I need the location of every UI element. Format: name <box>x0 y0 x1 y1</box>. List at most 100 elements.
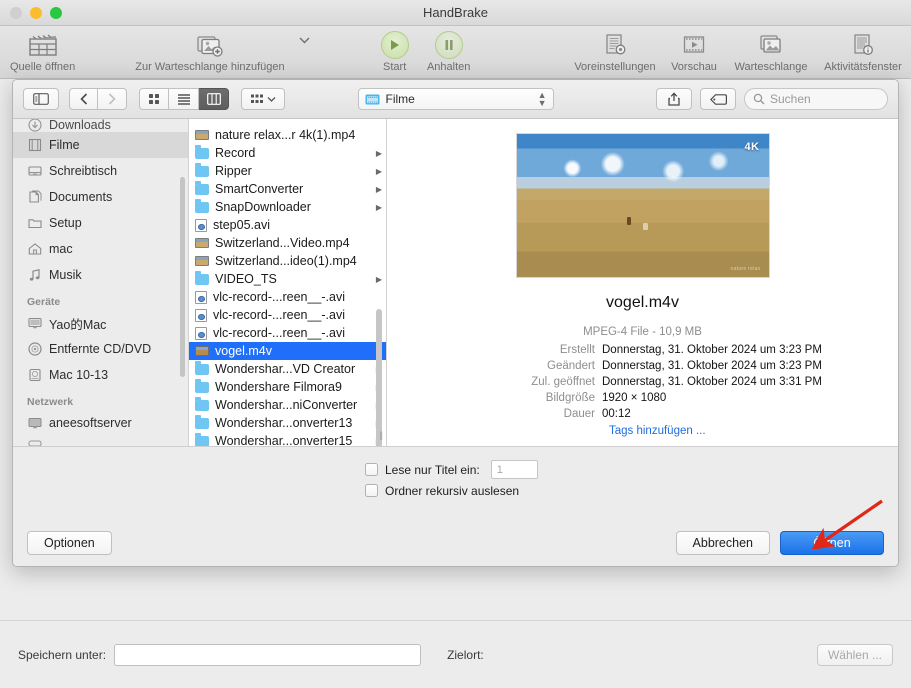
choose-destination-button[interactable]: Wählen ... <box>816 643 893 666</box>
path-popup-button[interactable]: Filme ▲ ▼ <box>357 88 554 110</box>
downloads-icon <box>27 119 42 132</box>
list-item[interactable]: vlc-record-...reen__-.avi <box>189 324 386 342</box>
file-name: nature relax...r 4k(1).mp4 <box>215 128 356 142</box>
metadata-key: Erstellt <box>559 344 595 356</box>
preview-film-icon <box>681 30 707 60</box>
title-number-input[interactable]: 1 <box>490 460 538 479</box>
recursive-label: Ordner rekursiv auslesen <box>385 483 520 498</box>
sidebar-item-downloads[interactable]: Downloads <box>13 119 188 132</box>
open-button[interactable]: Öffnen <box>780 530 884 555</box>
list-item[interactable]: Wondershare Filmora9 ▶ <box>189 378 386 396</box>
open-file-dialog: Filme ▲ ▼ Suchen Downloads Filme Schreib… <box>12 79 899 567</box>
movie-file-icon <box>195 256 209 266</box>
icon-view-button[interactable] <box>139 88 169 110</box>
add-to-queue-label: Zur Warteschlange hinzufügen <box>135 61 285 73</box>
sidebar-item-mac-10-13[interactable]: Mac 10-13 <box>13 362 188 388</box>
sidebar-item-musik[interactable]: Musik <box>13 262 188 288</box>
metadata-row: Bildgröße 1920 × 1080 <box>387 390 898 406</box>
list-item[interactable]: vlc-record-...reen__-.avi <box>189 288 386 306</box>
start-label: Start <box>383 61 407 73</box>
cancel-button[interactable]: Abbrechen <box>675 530 770 555</box>
add-to-queue-button[interactable]: Zur Warteschlange hinzufügen <box>135 26 285 73</box>
metadata-key: Zul. geöffnet <box>531 376 595 388</box>
pause-button[interactable]: Anhalten <box>425 26 473 73</box>
title-only-row[interactable]: Lese nur Titel ein: 1 <box>365 459 538 480</box>
list-item[interactable]: Wondershar...onverter13 ▶ <box>189 414 386 432</box>
list-item[interactable]: Wondershar...VD Creator ▶ <box>189 360 386 378</box>
queue-button[interactable]: Warteschlange <box>729 26 813 73</box>
column-resize-handle[interactable]: || <box>379 430 383 440</box>
preview-file-name: vogel.m4v <box>606 294 679 311</box>
sidebar-scrollbar[interactable] <box>180 177 185 377</box>
file-list-scrollbar[interactable] <box>376 309 382 446</box>
list-item[interactable]: Wondershar...onverter15 ▶ <box>189 432 386 446</box>
preview-button[interactable]: Vorschau <box>663 26 725 73</box>
list-item[interactable]: SnapDownloader ▶ <box>189 198 386 216</box>
dialog-sidebar[interactable]: Downloads Filme Schreibtisch Documents S… <box>13 119 189 446</box>
arrange-button[interactable] <box>241 88 285 110</box>
recursive-row[interactable]: Ordner rekursiv auslesen <box>365 480 538 501</box>
sidebar-item-schreibtisch[interactable]: Schreibtisch <box>13 158 188 184</box>
list-item[interactable]: Record ▶ <box>189 144 386 162</box>
close-button[interactable] <box>10 7 22 19</box>
chevron-down-icon[interactable] <box>297 26 313 54</box>
list-item[interactable]: Ripper ▶ <box>189 162 386 180</box>
list-item[interactable]: step05.avi <box>189 216 386 234</box>
minimize-button[interactable] <box>30 7 42 19</box>
sidebar-item-aneesoftserver[interactable]: aneesoftserver <box>13 410 188 436</box>
window-controls[interactable] <box>10 7 62 19</box>
start-button[interactable]: Start <box>371 26 419 73</box>
queue-label: Warteschlange <box>734 61 808 73</box>
sidebar-item-mac[interactable]: mac <box>13 236 188 262</box>
movie-file-icon <box>195 130 209 140</box>
list-item[interactable]: VIDEO_TS ▶ <box>189 270 386 288</box>
list-item[interactable]: SmartConverter ▶ <box>189 180 386 198</box>
title-only-checkbox[interactable] <box>365 463 378 476</box>
pause-label: Anhalten <box>426 61 471 73</box>
file-name: VIDEO_TS <box>215 272 277 286</box>
preview-thumbnail: 4K nature relax <box>515 133 770 278</box>
stepper-icon[interactable]: ▲ ▼ <box>538 91 547 108</box>
queue-stack-icon <box>758 30 784 60</box>
search-input[interactable]: Suchen <box>744 88 888 110</box>
sidebar-item-documents[interactable]: Documents <box>13 184 188 210</box>
navigation-buttons[interactable] <box>69 88 127 110</box>
forward-button[interactable] <box>98 88 127 110</box>
column-view-button[interactable] <box>199 88 229 110</box>
sidebar-toggle-button[interactable] <box>23 88 59 110</box>
sidebar-item-setup[interactable]: Setup <box>13 210 188 236</box>
sidebar-item-yaos-mac[interactable]: Yao的Mac <box>13 310 188 336</box>
list-item[interactable]: Wondershar...niConverter ▶ <box>189 396 386 414</box>
document-file-icon <box>195 308 207 322</box>
dialog-options-area: Lese nur Titel ein: 1 Ordner rekursiv au… <box>13 446 898 519</box>
folder-icon <box>195 163 209 177</box>
sidebar-item-partial-bottom[interactable] <box>13 438 188 446</box>
back-button[interactable] <box>69 88 98 110</box>
home-icon <box>27 242 42 257</box>
presets-button[interactable]: Voreinstellungen <box>571 26 659 73</box>
zoom-button[interactable] <box>50 7 62 19</box>
list-item[interactable]: nature relax...r 4k(1).mp4 <box>189 126 386 144</box>
list-view-button[interactable] <box>169 88 199 110</box>
activity-window-button[interactable]: Aktivitätsfenster <box>817 26 909 73</box>
list-item[interactable]: vlc-record-...reen__-.avi <box>189 306 386 324</box>
list-item[interactable]: Switzerland...Video.mp4 <box>189 234 386 252</box>
list-item[interactable]: Switzerland...ideo(1).mp4 <box>189 252 386 270</box>
view-mode-buttons[interactable] <box>139 88 229 110</box>
file-list-column[interactable]: nature relax...r 4k(1).mp4 Record ▶ Ripp… <box>189 119 387 446</box>
save-as-input[interactable] <box>114 643 422 666</box>
server-display-icon <box>27 416 42 431</box>
recursive-checkbox[interactable] <box>365 484 378 497</box>
open-source-button[interactable]: Quelle öffnen <box>10 26 75 73</box>
tag-button[interactable] <box>700 88 736 110</box>
options-button[interactable]: Optionen <box>27 530 112 555</box>
add-tags-link[interactable]: Tags hinzufügen ... <box>387 422 898 440</box>
sidebar-item-remote-disc[interactable]: Entfernte CD/DVD <box>13 336 188 362</box>
file-name: vlc-record-...reen__-.avi <box>213 308 345 322</box>
disclosure-arrow-icon: ▶ <box>375 166 382 176</box>
list-item-selected[interactable]: vogel.m4v <box>189 342 386 360</box>
file-name: SnapDownloader <box>215 200 311 214</box>
sidebar-item-filme[interactable]: Filme <box>13 132 188 158</box>
list-item-partial[interactable] <box>189 119 386 126</box>
share-button[interactable] <box>656 88 692 110</box>
